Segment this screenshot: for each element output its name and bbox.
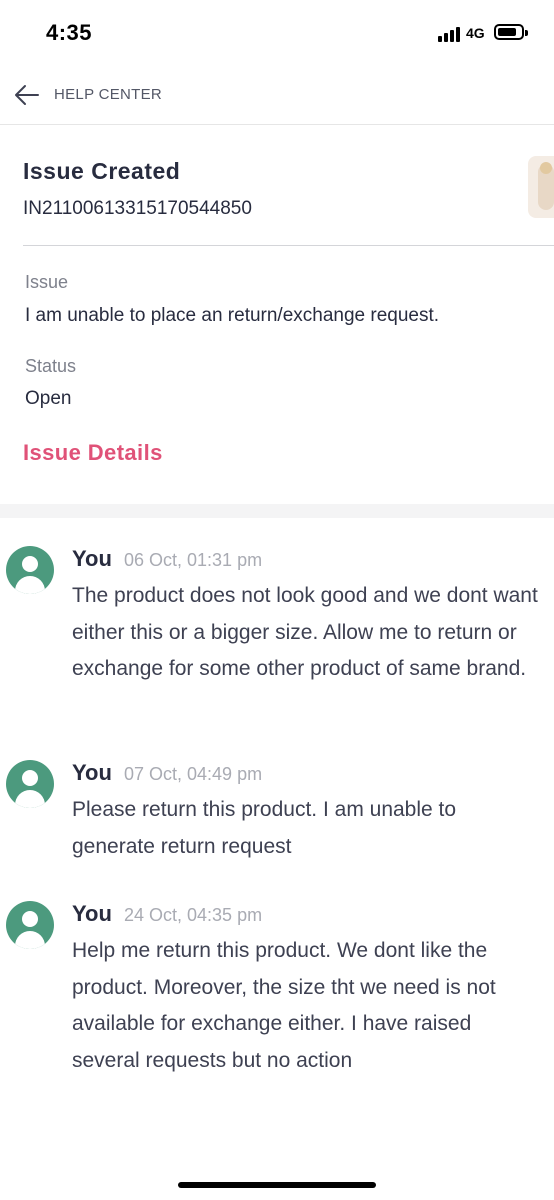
message-time: 07 Oct, 04:49 pm xyxy=(124,764,263,784)
message-author: You xyxy=(72,901,112,926)
message-text: Help me return this product. We dont lik… xyxy=(72,939,496,1072)
home-indicator[interactable] xyxy=(178,1182,376,1188)
message-author: You xyxy=(72,760,112,785)
user-avatar-icon xyxy=(6,901,54,949)
message-time: 06 Oct, 01:31 pm xyxy=(124,550,263,570)
status-label: Status xyxy=(25,356,77,376)
user-avatar-icon xyxy=(6,546,54,594)
issue-details-link[interactable]: Issue Details xyxy=(23,440,163,466)
nav-title: HELP CENTER xyxy=(54,86,163,103)
status-bar: 4:35 4G xyxy=(0,0,554,66)
issue-info: Issue I am unable to place an return/exc… xyxy=(0,246,554,504)
signal-icon xyxy=(438,26,460,42)
back-arrow-icon[interactable] xyxy=(10,78,44,112)
message-text: Please return this product. I am unable … xyxy=(72,798,457,858)
issue-header: Issue Created IN21100613315170544850 xyxy=(0,124,554,246)
issue-title: Issue Created xyxy=(23,158,181,184)
network-label: 4G xyxy=(466,25,485,41)
section-separator xyxy=(0,504,554,518)
status-time: 4:35 xyxy=(46,20,93,45)
status-value: Open xyxy=(25,388,72,409)
issue-label: Issue xyxy=(25,272,69,292)
user-avatar-icon xyxy=(6,760,54,808)
message-author: You xyxy=(72,546,112,571)
product-thumbnail[interactable] xyxy=(528,156,554,218)
message-text: The product does not look good and we do… xyxy=(72,584,538,680)
top-nav: HELP CENTER xyxy=(0,66,554,125)
message-time: 24 Oct, 04:35 pm xyxy=(124,905,263,925)
battery-icon xyxy=(494,24,528,40)
issue-value: I am unable to place an return/exchange … xyxy=(25,305,440,326)
issue-id: IN21100613315170544850 xyxy=(23,198,252,219)
